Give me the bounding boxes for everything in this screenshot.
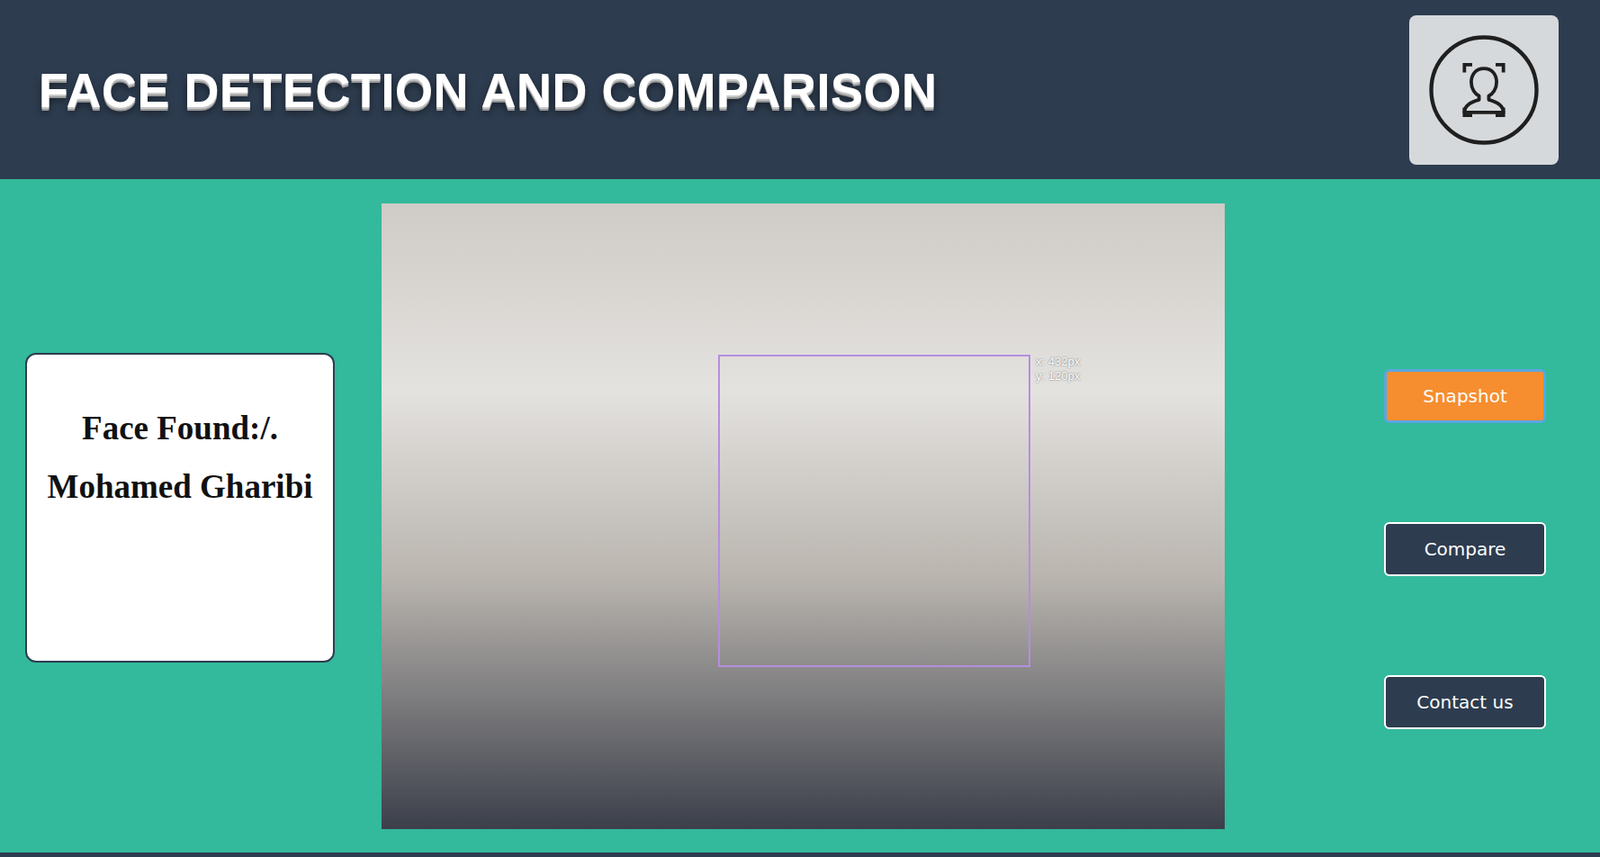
action-column: Snapshot Compare Contact us	[1224, 179, 1600, 853]
detection-coordinates: x: 432pxy: 120px	[1035, 354, 1080, 384]
header: FACE DETECTION AND COMPARISON	[0, 0, 1600, 180]
app-title: FACE DETECTION AND COMPARISON	[38, 62, 938, 118]
coordinate-label: y: 120px	[1035, 368, 1080, 384]
coordinate-label: x: 432px	[1035, 354, 1080, 369]
face-app: FACE DETECTION AND COMPARISON Face Found…	[0, 0, 1600, 857]
action-button[interactable]: Contact us	[1384, 674, 1547, 729]
face-scan-icon	[1425, 31, 1543, 149]
action-button[interactable]: Snapshot	[1384, 368, 1547, 423]
result-text: Face Found:/.	[81, 408, 279, 448]
result-column: Face Found:/. Mohamed Gharibi	[0, 179, 382, 853]
main-area: Face Found:/. Mohamed Gharibi x: 432pxy: …	[0, 179, 1600, 857]
result-text: Mohamed Gharibi	[47, 467, 314, 506]
logo[interactable]	[1409, 15, 1559, 165]
result-card: Face Found:/. Mohamed Gharibi	[25, 352, 335, 663]
camera-frame	[381, 203, 1225, 829]
face-detection-box	[718, 354, 1031, 667]
camera-view: x: 432pxy: 120px	[381, 203, 1225, 829]
action-button[interactable]: Compare	[1384, 521, 1547, 576]
